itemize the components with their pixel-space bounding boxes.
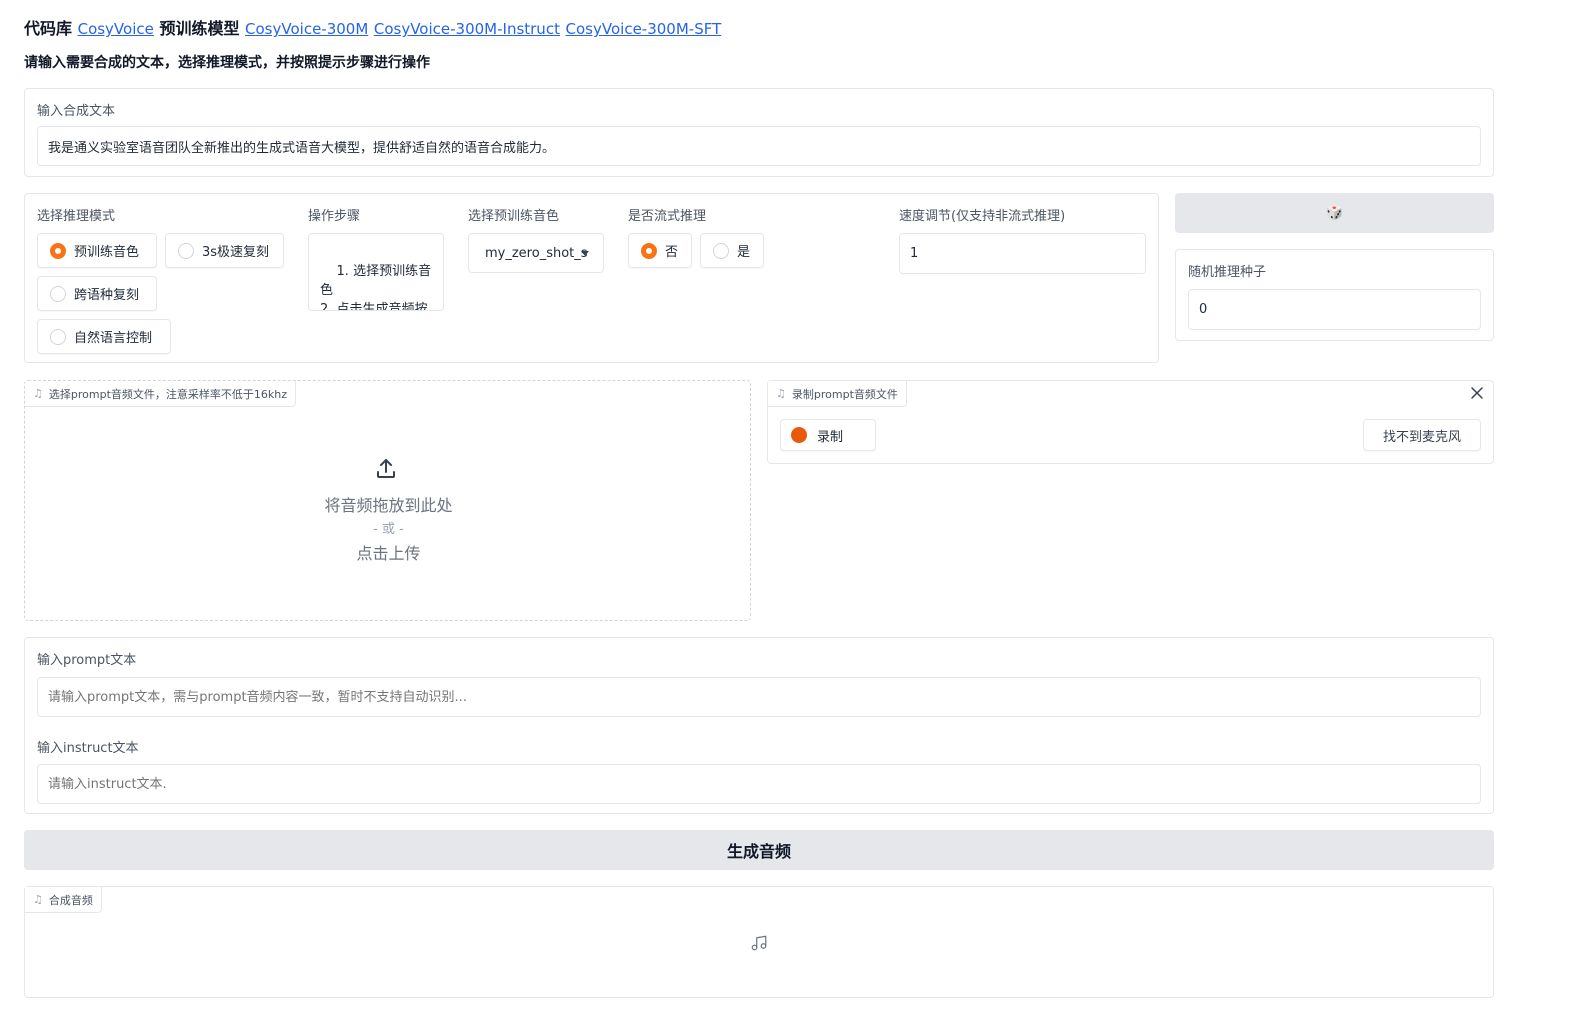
speaker-label: 选择预训练音色 <box>468 209 560 224</box>
mode-option-cross-lingual[interactable]: 跨语种复刻 <box>37 276 157 311</box>
model-link-300m-instruct[interactable]: CosyVoice-300M-Instruct <box>374 20 560 38</box>
record-label: 录制 <box>817 429 844 445</box>
radio-selected-icon <box>50 242 66 259</box>
mode-option-pretrained[interactable]: 预训练音色 <box>37 233 157 268</box>
mode-option-label: 自然语言控制 <box>74 331 153 346</box>
radio-selected-icon <box>641 242 657 259</box>
dice-icon: 🎲 <box>1325 205 1344 221</box>
music-note-icon: ♫ <box>776 387 786 400</box>
close-icon[interactable] <box>1469 385 1485 401</box>
stream-option-label: 否 <box>665 245 679 260</box>
speed-input[interactable]: 1 <box>899 233 1146 274</box>
upload-tag: ♫ 选择prompt音频文件，注意采样率不低于16khz <box>25 381 296 407</box>
steps-box: 1. 选择预训练音色 2. 点击生成音频按钮 <box>308 233 444 311</box>
prompt-panel: 输入prompt文本 输入instruct文本 <box>24 637 1494 814</box>
page-subtitle: 请输入需要合成的文本，选择推理模式，并按照提示步骤进行操作 <box>24 55 430 71</box>
radio-unselected-icon <box>178 242 194 259</box>
mode-label: 选择推理模式 <box>37 209 116 224</box>
seed-input[interactable]: 0 <box>1188 289 1481 330</box>
prompt-text-label: 输入prompt文本 <box>37 653 137 668</box>
radio-unselected-icon <box>713 242 729 259</box>
options-panel: 选择推理模式 预训练音色 3s极速复刻 跨语种复刻 自然语言控制 操作步骤 1.… <box>24 193 1159 363</box>
output-tag-label: 合成音频 <box>48 893 93 907</box>
seed-label: 随机推理种子 <box>1188 265 1267 280</box>
header-middle: 预训练模型 <box>159 19 240 38</box>
music-note-icon: ♫ <box>33 387 43 400</box>
instruct-text-label: 输入instruct文本 <box>37 741 139 756</box>
radio-unselected-icon <box>50 328 66 345</box>
speaker-value: my_zero_shot_sp <box>485 245 587 261</box>
output-audio-panel: ♫ 合成音频 <box>24 886 1494 998</box>
microphone-label: 找不到麦克风 <box>1382 429 1461 445</box>
model-link-300m-sft[interactable]: CosyVoice-300M-SFT <box>566 20 722 38</box>
music-note-icon: ♫ <box>33 893 43 906</box>
repo-link[interactable]: CosyVoice <box>78 20 154 38</box>
stream-option-label: 是 <box>737 245 751 260</box>
record-panel: ♫ 录制prompt音频文件 录制 找不到麦克风 <box>767 380 1494 464</box>
model-link-300m[interactable]: CosyVoice-300M <box>245 20 368 38</box>
radio-unselected-icon <box>50 285 66 302</box>
record-button[interactable]: 录制 <box>780 419 876 451</box>
upload-or-text: - 或 - <box>373 522 404 537</box>
prompt-text-input[interactable] <box>37 677 1481 717</box>
tts-text-input[interactable]: 我是通义实验室语音团队全新推出的生成式语音大模型，提供舒适自然的语音合成能力。 <box>37 126 1481 166</box>
stream-option-no[interactable]: 否 <box>628 233 692 268</box>
record-tag: ♫ 录制prompt音频文件 <box>768 381 907 407</box>
record-tag-label: 录制prompt音频文件 <box>791 387 898 401</box>
upload-click-text: 点击上传 <box>356 544 421 563</box>
random-seed-button[interactable]: 🎲 <box>1175 193 1494 233</box>
generate-button[interactable]: 生成音频 <box>24 830 1494 870</box>
mode-option-instruct[interactable]: 自然语言控制 <box>37 319 171 354</box>
header-prefix: 代码库 <box>24 19 73 38</box>
output-tag: ♫ 合成音频 <box>25 887 102 913</box>
tts-text-panel: 输入合成文本 我是通义实验室语音团队全新推出的生成式语音大模型，提供舒适自然的语… <box>24 88 1494 177</box>
stream-label: 是否流式推理 <box>628 209 707 224</box>
record-dot-icon <box>791 427 807 443</box>
page-header: 代码库 CosyVoice 预训练模型 CosyVoice-300M CosyV… <box>24 15 721 39</box>
upload-drop-text: 将音频拖放到此处 <box>324 496 453 515</box>
audio-placeholder-icon <box>750 934 768 952</box>
mode-option-label: 预训练音色 <box>74 245 140 260</box>
dropdown-arrow-icon <box>581 251 589 256</box>
tts-text-label: 输入合成文本 <box>37 104 116 119</box>
mode-option-label: 3s极速复刻 <box>202 245 270 260</box>
generate-label: 生成音频 <box>726 842 791 861</box>
stream-option-yes[interactable]: 是 <box>700 233 764 268</box>
mode-option-3s-clone[interactable]: 3s极速复刻 <box>165 233 284 268</box>
seed-panel: 随机推理种子 0 <box>1175 249 1494 341</box>
upload-icon <box>374 457 398 481</box>
speaker-dropdown[interactable]: my_zero_shot_sp <box>468 233 604 273</box>
microphone-select-button[interactable]: 找不到麦克风 <box>1363 419 1481 451</box>
speed-label: 速度调节(仅支持非流式推理) <box>899 209 1066 224</box>
instruct-text-input[interactable] <box>37 764 1481 804</box>
upload-dropzone[interactable]: ♫ 选择prompt音频文件，注意采样率不低于16khz 将音频拖放到此处 - … <box>24 380 751 621</box>
steps-label: 操作步骤 <box>308 209 361 224</box>
steps-text: 1. 选择预训练音色 2. 点击生成音频按钮 <box>320 264 432 311</box>
upload-tag-label: 选择prompt音频文件，注意采样率不低于16khz <box>48 387 287 401</box>
mode-option-label: 跨语种复刻 <box>74 288 140 303</box>
